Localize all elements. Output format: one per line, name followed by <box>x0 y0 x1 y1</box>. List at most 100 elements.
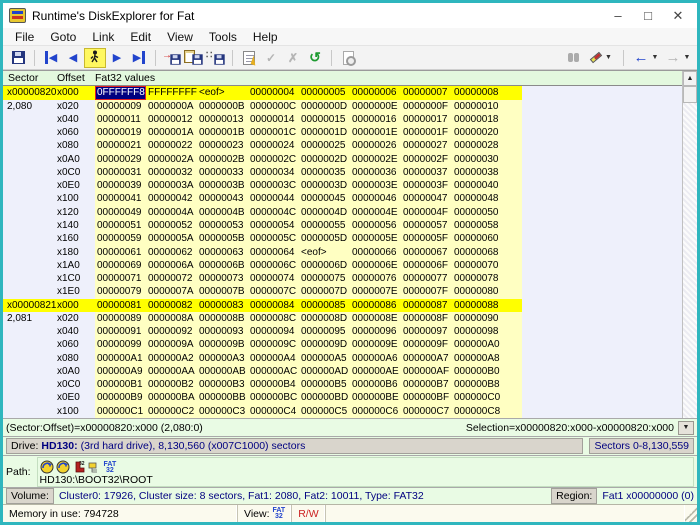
fat-cell[interactable]: 000000C8 <box>452 405 503 418</box>
fat-cell[interactable]: 00000054 <box>248 219 299 232</box>
fat-cell[interactable]: 0000000F <box>401 100 452 113</box>
fat-cell[interactable]: 000000AF <box>401 365 452 378</box>
fat-cell[interactable]: 00000018 <box>452 113 503 126</box>
fat-cell[interactable]: 0000002C <box>248 153 299 166</box>
fat-cell[interactable]: 00000087 <box>401 299 452 312</box>
write-to-disk-button[interactable]: → <box>161 48 183 68</box>
fat-cell[interactable]: 00000084 <box>248 299 299 312</box>
fat-cell[interactable]: 00000024 <box>248 139 299 152</box>
back-button[interactable]: ←▼ <box>629 48 663 68</box>
fat-cell[interactable]: 00000036 <box>350 166 401 179</box>
fat-cell[interactable]: 0000005F <box>401 232 452 245</box>
fat-cell[interactable]: 0000006F <box>401 259 452 272</box>
flashlight-search-button[interactable]: ▼ <box>584 48 618 68</box>
fat-cell[interactable]: 00000058 <box>452 219 503 232</box>
fat-cell[interactable]: 00000064 <box>248 246 299 259</box>
fat-cell[interactable]: 0000000B <box>197 100 248 113</box>
fat-cell[interactable]: 0000003F <box>401 179 452 192</box>
fat-cell[interactable]: 00000094 <box>248 325 299 338</box>
fat-cell[interactable]: 0000008E <box>350 312 401 325</box>
fat-cell[interactable]: 000000C3 <box>197 405 248 418</box>
fat-cell[interactable]: 00000017 <box>401 113 452 126</box>
fat-cell[interactable]: 00000067 <box>401 246 452 259</box>
fat-cell[interactable]: 0000005D <box>299 232 350 245</box>
fat-cell[interactable]: 000000B2 <box>146 378 197 391</box>
fat-cell[interactable]: 0000004C <box>248 206 299 219</box>
fat-cell[interactable]: 00000039 <box>95 179 146 192</box>
fat-cell[interactable]: 00000009 <box>95 100 146 113</box>
fat-cell[interactable]: 0000003C <box>248 179 299 192</box>
edit-button[interactable] <box>238 48 260 68</box>
fat-cell[interactable]: 000000B5 <box>299 378 350 391</box>
fat-cell[interactable]: 00000063 <box>197 246 248 259</box>
fat-cell[interactable]: 0000004F <box>401 206 452 219</box>
save-button[interactable] <box>7 48 29 68</box>
fat-cell[interactable]: 00000098 <box>452 325 503 338</box>
menu-view[interactable]: View <box>159 30 201 44</box>
maximize-button[interactable]: □ <box>633 6 663 26</box>
fat-cell[interactable]: 0000009F <box>401 338 452 351</box>
fat-cell[interactable]: 0000001C <box>248 126 299 139</box>
fat-cell[interactable]: 000000B7 <box>401 378 452 391</box>
fat-cell[interactable]: 0000001D <box>299 126 350 139</box>
fat-cell[interactable]: 0000003E <box>350 179 401 192</box>
fat-cell[interactable]: 00000090 <box>452 312 503 325</box>
fat-cell[interactable]: 00000043 <box>197 192 248 205</box>
fat-cell[interactable]: 00000096 <box>350 325 401 338</box>
fat-cell[interactable]: 00000021 <box>95 139 146 152</box>
fat-cell[interactable]: 00000008 <box>452 86 503 99</box>
fat-cell[interactable]: 00000027 <box>401 139 452 152</box>
fat-cell[interactable]: 00000049 <box>95 206 146 219</box>
fat-cell[interactable]: 0000002A <box>146 153 197 166</box>
fat-cell[interactable]: 000000B9 <box>95 391 146 404</box>
scrollbar-thumb[interactable] <box>683 86 697 103</box>
fat-cell[interactable]: <eof> <box>197 86 248 99</box>
close-button[interactable]: ✕ <box>663 6 693 26</box>
fat-cell[interactable]: 0000004A <box>146 206 197 219</box>
fat-cell[interactable]: 000000B3 <box>197 378 248 391</box>
fat-cell[interactable]: 00000088 <box>452 299 503 312</box>
fat-cell[interactable]: 00000038 <box>452 166 503 179</box>
fat-cell[interactable]: 00000046 <box>350 192 401 205</box>
fat-cell[interactable]: 0000000E <box>350 100 401 113</box>
fat-cell[interactable]: 00000013 <box>197 113 248 126</box>
fat-cell[interactable]: 0000002E <box>350 153 401 166</box>
fat-cell[interactable]: 00000031 <box>95 166 146 179</box>
fat-cell[interactable]: 0000002D <box>299 153 350 166</box>
fat-cell[interactable]: FFFFFFFF <box>146 86 197 99</box>
search-binoculars-button[interactable] <box>562 48 584 68</box>
fat-cell[interactable]: 00000048 <box>452 192 503 205</box>
fat-cell[interactable]: 000000C5 <box>299 405 350 418</box>
fat-cell[interactable]: 00000037 <box>401 166 452 179</box>
fat-cell[interactable]: 0000004D <box>299 206 350 219</box>
fat-cell[interactable]: 0000007E <box>350 285 401 298</box>
goto-sector-button[interactable] <box>84 48 106 68</box>
fat-cell[interactable]: 0000009C <box>248 338 299 351</box>
fat-cell[interactable]: 0000006A <box>146 259 197 272</box>
fat-cell[interactable]: 000000C7 <box>401 405 452 418</box>
fat-cell[interactable]: 00000050 <box>452 206 503 219</box>
fat-cell[interactable]: 00000085 <box>299 299 350 312</box>
fat-cell[interactable]: 00000019 <box>95 126 146 139</box>
goto-last-button[interactable]: ▶ <box>128 48 150 68</box>
fat-cell[interactable]: 00000099 <box>95 338 146 351</box>
fat-cell[interactable]: 0000006E <box>350 259 401 272</box>
fat-cell[interactable]: 00000092 <box>146 325 197 338</box>
fat-cell[interactable]: 000000A8 <box>452 352 503 365</box>
goto-next-button[interactable]: ▶ <box>106 48 128 68</box>
vertical-scrollbar[interactable]: ▲ <box>682 71 697 418</box>
menu-file[interactable]: File <box>7 30 42 44</box>
fat-cell[interactable]: 000000AE <box>350 365 401 378</box>
fat-cell[interactable]: 0000000D <box>299 100 350 113</box>
fat-cell[interactable]: 00000062 <box>146 246 197 259</box>
fat-cell[interactable]: 000000BD <box>299 391 350 404</box>
fat-cell[interactable]: 0000005C <box>248 232 299 245</box>
fat-cell[interactable]: 0000009A <box>146 338 197 351</box>
menu-edit[interactable]: Edit <box>122 30 159 44</box>
fat-cell[interactable]: 00000022 <box>146 139 197 152</box>
fat-cell[interactable]: 0000008B <box>197 312 248 325</box>
menu-goto[interactable]: Goto <box>42 30 84 44</box>
fat-cell[interactable]: 000000A6 <box>350 352 401 365</box>
fat-cell[interactable]: 00000061 <box>95 246 146 259</box>
readwrite-panel[interactable]: R/W <box>292 505 325 522</box>
